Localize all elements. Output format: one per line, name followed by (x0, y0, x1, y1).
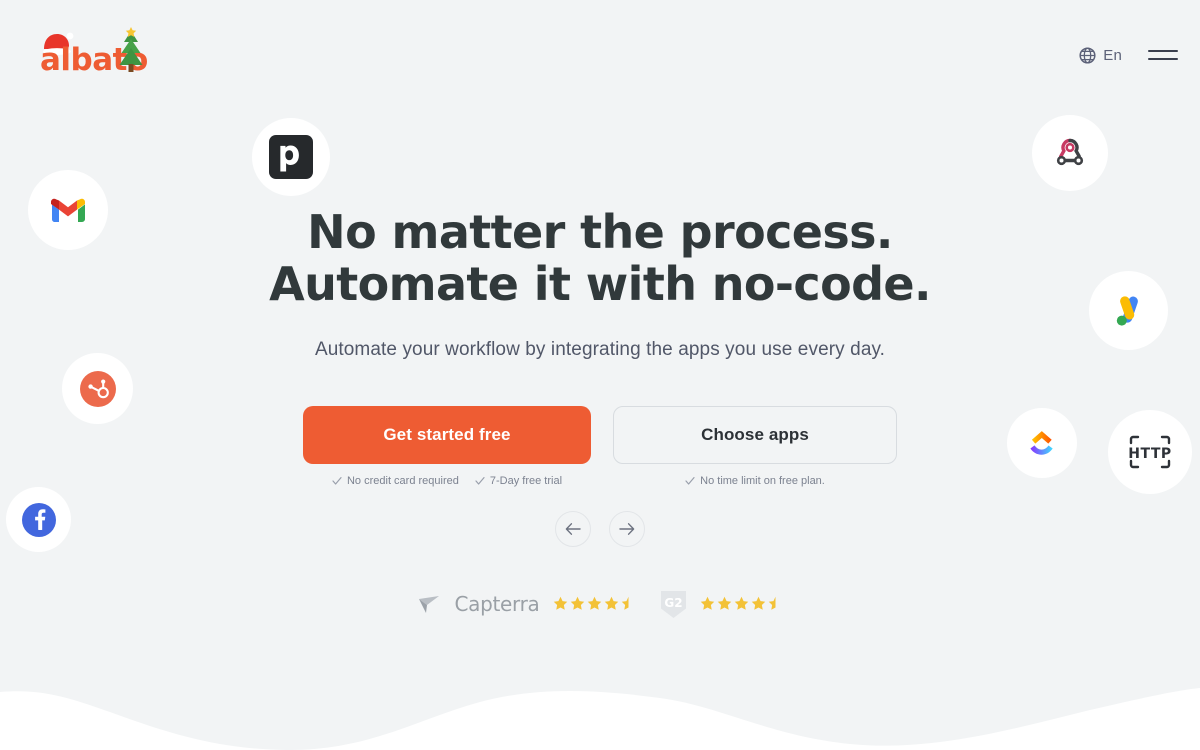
star-icon (587, 597, 601, 611)
star-icon (570, 597, 584, 611)
secondary-cta-group: Choose apps No time limit on free plan. (613, 405, 897, 487)
language-switcher[interactable]: En (1079, 47, 1122, 64)
rating-g2: G2 (660, 589, 783, 619)
star-icon (717, 597, 731, 611)
star-icon (751, 597, 765, 611)
clickup-icon (1030, 431, 1053, 455)
g2-stars (700, 596, 783, 611)
check-icon (685, 476, 695, 485)
logo[interactable]: albato (20, 27, 150, 83)
app-bubble-http[interactable]: HTTP (1108, 410, 1192, 494)
star-icon (700, 597, 714, 611)
carousel-controls (555, 510, 645, 547)
pipedrive-icon (269, 135, 313, 179)
cta-row: Get started free No credit card required… (303, 405, 897, 487)
note-label: No credit card required (346, 474, 459, 487)
site-header: albato En (0, 0, 1200, 110)
star-half-icon (621, 597, 628, 611)
svg-text:G2: G2 (664, 596, 682, 610)
secondary-cta-notes: No time limit on free plan. (685, 475, 825, 487)
get-started-free-button[interactable]: Get started free (303, 405, 591, 464)
app-bubble-google-ads[interactable] (1089, 271, 1168, 350)
app-bubble-pipedrive[interactable] (252, 118, 330, 196)
note-free-trial: 7-Day free trial (475, 475, 562, 487)
hubspot-icon (79, 370, 116, 407)
choose-apps-button[interactable]: Choose apps (613, 405, 897, 464)
burger-line-1 (1148, 50, 1178, 52)
globe-icon (1079, 46, 1096, 64)
christmas-tree-icon (119, 27, 143, 72)
app-bubble-gmail[interactable] (28, 170, 108, 250)
capterra-label: Capterra (454, 591, 540, 616)
rating-capterra: Capterra (417, 592, 635, 616)
note-no-time-limit: No time limit on free plan. (685, 475, 825, 487)
google-ads-icon (1116, 295, 1138, 326)
ratings-row: Capterra G2 (417, 589, 782, 619)
star-icon (604, 597, 618, 611)
g2-icon: G2 (660, 590, 686, 618)
gmail-icon (51, 198, 85, 223)
facebook-icon (21, 502, 56, 537)
headline-line-1: No matter the process. (307, 205, 893, 259)
hero-section: No matter the process. Automate it with … (0, 0, 1200, 750)
carousel-prev-button[interactable] (555, 510, 591, 547)
app-bubble-webhook[interactable] (1032, 115, 1108, 191)
hero-subtitle: Automate your workflow by integrating th… (314, 338, 886, 360)
section-wave-divider (0, 688, 1200, 750)
app-bubble-facebook[interactable] (6, 487, 71, 552)
note-no-credit-card: No credit card required (332, 475, 459, 487)
header-actions: En (1079, 47, 1178, 64)
language-label: En (1103, 46, 1122, 64)
note-label: No time limit on free plan. (700, 474, 825, 487)
burger-line-2 (1148, 58, 1178, 60)
star-half-icon (768, 597, 775, 611)
webhook-icon (1056, 138, 1084, 166)
primary-cta-notes: No credit card required 7-Day free trial (332, 475, 562, 487)
carousel-next-button[interactable] (609, 510, 645, 547)
check-icon (332, 476, 342, 485)
arrow-right-icon (619, 522, 635, 535)
star-icon (553, 597, 567, 611)
capterra-stars (553, 596, 636, 611)
star-icon (734, 597, 748, 611)
app-bubble-clickup[interactable] (1007, 408, 1077, 478)
headline-line-2: Automate it with no-code. (269, 257, 931, 312)
page-title: No matter the process. Automate it with … (150, 206, 1050, 311)
hamburger-menu-icon[interactable] (1148, 48, 1178, 62)
http-icon: HTTP (1128, 435, 1171, 469)
check-icon (475, 476, 485, 485)
capterra-icon (419, 595, 440, 613)
arrow-left-icon (565, 522, 581, 535)
svg-text:HTTP: HTTP (1128, 446, 1171, 462)
app-bubble-hubspot[interactable] (62, 353, 133, 424)
primary-cta-group: Get started free No credit card required… (303, 405, 591, 487)
note-label: 7-Day free trial (489, 474, 563, 487)
